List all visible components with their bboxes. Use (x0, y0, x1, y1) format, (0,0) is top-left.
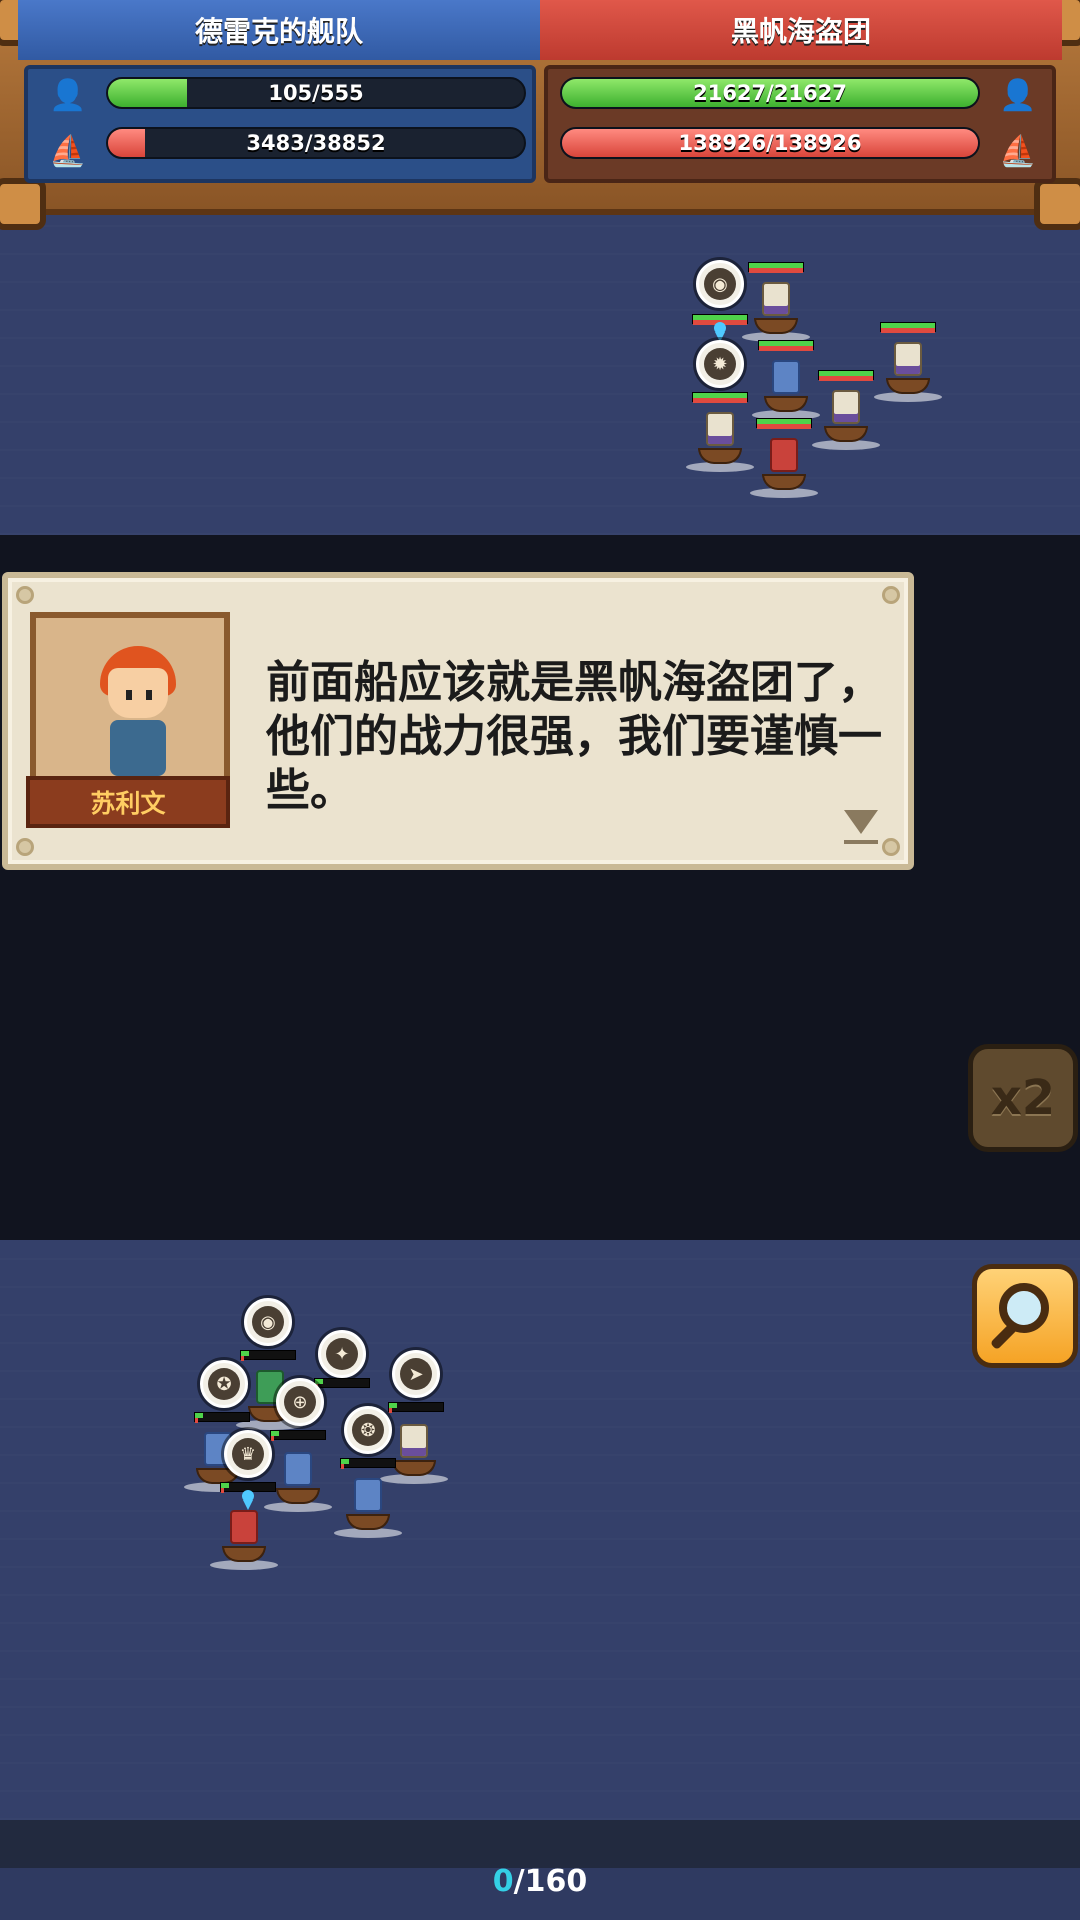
frame-corner (0, 178, 46, 230)
ally-ship-value: 3483/38852 (246, 131, 386, 155)
enemy-ship-bar: 138926/138926 (560, 127, 980, 159)
dialog-box[interactable]: 苏利文 前面船应该就是黑帆海盗团了，他们的战力很强，我们要谨慎一些。 (2, 572, 914, 870)
ally-captain-icon[interactable]: ➤ (392, 1350, 440, 1398)
frame-stud (16, 586, 34, 604)
enemy-ship-value: 138926/138926 (678, 131, 862, 155)
enemy-ship-hp (818, 370, 874, 381)
frame-corner (1034, 178, 1080, 230)
ally-captain-icon[interactable]: ✦ (318, 1330, 366, 1378)
enemy-ship[interactable] (742, 278, 810, 342)
magnifier-button[interactable] (972, 1264, 1078, 1368)
ally-crew-bar: 105/555 (106, 77, 526, 109)
enemy-crew-bar: 21627/21627 (560, 77, 980, 109)
ally-captain-icon[interactable]: ⊕ (276, 1378, 324, 1426)
turn-current: 0 (492, 1864, 514, 1899)
ally-captain-icon[interactable]: ♛ (224, 1430, 272, 1478)
enemy-ship-hp (692, 392, 748, 403)
ally-ship-hp (240, 1350, 296, 1361)
enemy-captain-icon[interactable]: ✹ (696, 340, 744, 388)
frame-stud (882, 838, 900, 856)
frame-stud (16, 838, 34, 856)
enemy-ship[interactable] (750, 434, 818, 498)
sailor-icon: 👤 (49, 77, 87, 113)
battle-header: 德雷克的舰队 黑帆海盗团 👤 ⛵ 105/555 3483/38852 2162… (0, 0, 1080, 230)
enemy-ship[interactable] (752, 356, 820, 420)
ally-ship[interactable] (380, 1420, 448, 1484)
enemy-captain-icon[interactable]: ◉ (696, 260, 744, 308)
ally-sea-area (0, 1240, 1080, 1820)
ally-ship-hp (388, 1402, 444, 1413)
ship-icon: ⛵ (999, 133, 1037, 169)
enemy-ship[interactable] (686, 408, 754, 472)
frame-stud (882, 586, 900, 604)
speaker-avatar (94, 646, 182, 786)
ally-ship-hp (194, 1412, 250, 1423)
ally-ship[interactable] (334, 1474, 402, 1538)
ally-stats-panel: 👤 ⛵ 105/555 3483/38852 (24, 65, 536, 183)
dialog-text: 前面船应该就是黑帆海盗团了，他们的战力很强，我们要谨慎一些。 (266, 657, 882, 816)
enemy-crew-value: 21627/21627 (693, 81, 847, 105)
ally-captain-icon[interactable]: ✪ (200, 1360, 248, 1408)
magnifier-handle (989, 1321, 1019, 1351)
enemy-team-name: 黑帆海盗团 (540, 0, 1062, 60)
ally-captain-icon[interactable]: ❂ (344, 1406, 392, 1454)
enemy-ship-hp (748, 262, 804, 273)
enemy-ship[interactable] (874, 338, 942, 402)
bottom-strip (0, 1820, 1080, 1868)
turn-total: /160 (513, 1864, 588, 1899)
ally-ship-hp (340, 1458, 396, 1469)
next-arrow-icon[interactable] (844, 810, 878, 850)
speaker-name: 苏利文 (26, 776, 230, 828)
speed-x2-button[interactable]: x2 (968, 1044, 1078, 1152)
enemy-ship[interactable] (812, 386, 880, 450)
ally-team-name: 德雷克的舰队 (18, 0, 540, 60)
enemy-ship-hp (758, 340, 814, 351)
ally-ship-bar: 3483/38852 (106, 127, 526, 159)
battle-screen: 德雷克的舰队 黑帆海盗团 👤 ⛵ 105/555 3483/38852 2162… (0, 0, 1080, 1920)
ship-icon: ⛵ (49, 133, 87, 169)
enemy-ship-hp (880, 322, 936, 333)
ally-ship-hp (270, 1430, 326, 1441)
enemy-stats-panel: 21627/21627 138926/138926 👤 ⛵ (544, 65, 1056, 183)
ally-captain-icon[interactable]: ◉ (244, 1298, 292, 1346)
enemy-ship-hp (756, 418, 812, 429)
turn-counter: 0/160 (0, 1864, 1080, 1899)
ally-ship-hp (314, 1378, 370, 1389)
ally-ship[interactable] (264, 1448, 332, 1512)
ally-ship[interactable] (210, 1506, 278, 1570)
sailor-icon: 👤 (999, 77, 1037, 113)
ally-crew-value: 105/555 (268, 81, 364, 105)
